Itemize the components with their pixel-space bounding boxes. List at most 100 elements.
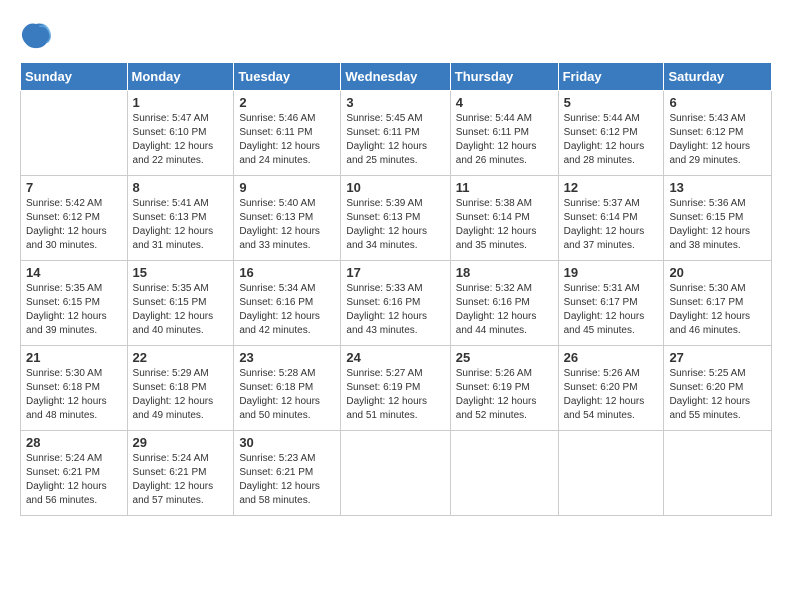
calendar-cell [450, 431, 558, 516]
day-info: Sunrise: 5:28 AM Sunset: 6:18 PM Dayligh… [239, 367, 335, 423]
day-number: 16 [239, 265, 335, 280]
day-number: 22 [133, 350, 229, 365]
logo-icon [20, 20, 52, 52]
day-number: 18 [456, 265, 553, 280]
day-info: Sunrise: 5:26 AM Sunset: 6:20 PM Dayligh… [564, 367, 659, 423]
day-info: Sunrise: 5:25 AM Sunset: 6:20 PM Dayligh… [669, 367, 766, 423]
calendar-cell: 3 Sunrise: 5:45 AM Sunset: 6:11 PM Daylig… [341, 91, 450, 176]
day-info: Sunrise: 5:43 AM Sunset: 6:12 PM Dayligh… [669, 112, 766, 168]
calendar-cell: 26 Sunrise: 5:26 AM Sunset: 6:20 PM Dayli… [558, 346, 664, 431]
calendar-cell: 5 Sunrise: 5:44 AM Sunset: 6:12 PM Daylig… [558, 91, 664, 176]
day-info: Sunrise: 5:27 AM Sunset: 6:19 PM Dayligh… [346, 367, 444, 423]
calendar-cell: 12 Sunrise: 5:37 AM Sunset: 6:14 PM Dayli… [558, 176, 664, 261]
day-info: Sunrise: 5:26 AM Sunset: 6:19 PM Dayligh… [456, 367, 553, 423]
day-number: 15 [133, 265, 229, 280]
day-number: 27 [669, 350, 766, 365]
day-info: Sunrise: 5:44 AM Sunset: 6:12 PM Dayligh… [564, 112, 659, 168]
day-number: 21 [26, 350, 122, 365]
week-row-3: 14 Sunrise: 5:35 AM Sunset: 6:15 PM Dayli… [21, 261, 772, 346]
day-number: 13 [669, 180, 766, 195]
weekday-header-thursday: Thursday [450, 63, 558, 91]
day-number: 25 [456, 350, 553, 365]
day-number: 5 [564, 95, 659, 110]
day-number: 17 [346, 265, 444, 280]
calendar-cell: 22 Sunrise: 5:29 AM Sunset: 6:18 PM Dayli… [127, 346, 234, 431]
day-number: 23 [239, 350, 335, 365]
day-info: Sunrise: 5:41 AM Sunset: 6:13 PM Dayligh… [133, 197, 229, 253]
calendar-cell: 11 Sunrise: 5:38 AM Sunset: 6:14 PM Dayli… [450, 176, 558, 261]
day-number: 26 [564, 350, 659, 365]
page-header [20, 20, 772, 52]
calendar-cell: 23 Sunrise: 5:28 AM Sunset: 6:18 PM Dayli… [234, 346, 341, 431]
calendar-cell: 7Sunrise: 5:42 AM Sunset: 6:12 PM Daylig… [21, 176, 128, 261]
day-info: Sunrise: 5:30 AM Sunset: 6:17 PM Dayligh… [669, 282, 766, 338]
week-row-5: 28 Sunrise: 5:24 AM Sunset: 6:21 PM Dayli… [21, 431, 772, 516]
calendar-cell: 27 Sunrise: 5:25 AM Sunset: 6:20 PM Dayli… [664, 346, 772, 431]
calendar-cell: 4Sunrise: 5:44 AM Sunset: 6:11 PM Daylig… [450, 91, 558, 176]
day-number: 24 [346, 350, 444, 365]
day-info: Sunrise: 5:37 AM Sunset: 6:14 PM Dayligh… [564, 197, 659, 253]
calendar-cell: 20Sunrise: 5:30 AM Sunset: 6:17 PM Dayli… [664, 261, 772, 346]
calendar-cell: 16 Sunrise: 5:34 AM Sunset: 6:16 PM Dayli… [234, 261, 341, 346]
weekday-header-wednesday: Wednesday [341, 63, 450, 91]
weekday-header-sunday: Sunday [21, 63, 128, 91]
calendar-body: 1 Sunrise: 5:47 AM Sunset: 6:10 PM Daylig… [21, 91, 772, 516]
day-number: 3 [346, 95, 444, 110]
calendar-header-row: SundayMondayTuesdayWednesdayThursdayFrid… [21, 63, 772, 91]
calendar-cell: 9 Sunrise: 5:40 AM Sunset: 6:13 PM Daylig… [234, 176, 341, 261]
day-info: Sunrise: 5:23 AM Sunset: 6:21 PM Dayligh… [239, 452, 335, 508]
calendar-cell [664, 431, 772, 516]
day-number: 12 [564, 180, 659, 195]
day-number: 9 [239, 180, 335, 195]
calendar-cell: 2 Sunrise: 5:46 AM Sunset: 6:11 PM Daylig… [234, 91, 341, 176]
day-info: Sunrise: 5:38 AM Sunset: 6:14 PM Dayligh… [456, 197, 553, 253]
calendar-cell: 30Sunrise: 5:23 AM Sunset: 6:21 PM Dayli… [234, 431, 341, 516]
calendar-cell [21, 91, 128, 176]
weekday-header-monday: Monday [127, 63, 234, 91]
calendar-cell: 18Sunrise: 5:32 AM Sunset: 6:16 PM Dayli… [450, 261, 558, 346]
week-row-4: 21 Sunrise: 5:30 AM Sunset: 6:18 PM Dayli… [21, 346, 772, 431]
calendar-cell: 10Sunrise: 5:39 AM Sunset: 6:13 PM Dayli… [341, 176, 450, 261]
day-info: Sunrise: 5:40 AM Sunset: 6:13 PM Dayligh… [239, 197, 335, 253]
day-info: Sunrise: 5:31 AM Sunset: 6:17 PM Dayligh… [564, 282, 659, 338]
day-number: 8 [133, 180, 229, 195]
day-info: Sunrise: 5:44 AM Sunset: 6:11 PM Dayligh… [456, 112, 553, 168]
weekday-header-saturday: Saturday [664, 63, 772, 91]
calendar-cell: 21 Sunrise: 5:30 AM Sunset: 6:18 PM Dayli… [21, 346, 128, 431]
day-info: Sunrise: 5:46 AM Sunset: 6:11 PM Dayligh… [239, 112, 335, 168]
week-row-1: 1 Sunrise: 5:47 AM Sunset: 6:10 PM Daylig… [21, 91, 772, 176]
calendar-cell: 13 Sunrise: 5:36 AM Sunset: 6:15 PM Dayli… [664, 176, 772, 261]
calendar-cell: 14 Sunrise: 5:35 AM Sunset: 6:15 PM Dayli… [21, 261, 128, 346]
weekday-header-friday: Friday [558, 63, 664, 91]
calendar-cell: 24 Sunrise: 5:27 AM Sunset: 6:19 PM Dayli… [341, 346, 450, 431]
day-info: Sunrise: 5:45 AM Sunset: 6:11 PM Dayligh… [346, 112, 444, 168]
day-info: Sunrise: 5:34 AM Sunset: 6:16 PM Dayligh… [239, 282, 335, 338]
day-number: 14 [26, 265, 122, 280]
day-info: Sunrise: 5:24 AM Sunset: 6:21 PM Dayligh… [133, 452, 229, 508]
day-number: 19 [564, 265, 659, 280]
calendar-cell [341, 431, 450, 516]
calendar-cell: 17 Sunrise: 5:33 AM Sunset: 6:16 PM Dayli… [341, 261, 450, 346]
logo [20, 20, 56, 52]
day-info: Sunrise: 5:24 AM Sunset: 6:21 PM Dayligh… [26, 452, 122, 508]
calendar-cell: 8 Sunrise: 5:41 AM Sunset: 6:13 PM Daylig… [127, 176, 234, 261]
day-info: Sunrise: 5:35 AM Sunset: 6:15 PM Dayligh… [26, 282, 122, 338]
day-number: 6 [669, 95, 766, 110]
calendar-cell: 29 Sunrise: 5:24 AM Sunset: 6:21 PM Dayli… [127, 431, 234, 516]
day-number: 11 [456, 180, 553, 195]
day-info: Sunrise: 5:47 AM Sunset: 6:10 PM Dayligh… [133, 112, 229, 168]
day-info: Sunrise: 5:29 AM Sunset: 6:18 PM Dayligh… [133, 367, 229, 423]
day-info: Sunrise: 5:30 AM Sunset: 6:18 PM Dayligh… [26, 367, 122, 423]
day-info: Sunrise: 5:36 AM Sunset: 6:15 PM Dayligh… [669, 197, 766, 253]
day-number: 29 [133, 435, 229, 450]
day-number: 28 [26, 435, 122, 450]
calendar-cell: 25 Sunrise: 5:26 AM Sunset: 6:19 PM Dayli… [450, 346, 558, 431]
calendar-cell: 15Sunrise: 5:35 AM Sunset: 6:15 PM Dayli… [127, 261, 234, 346]
calendar-cell [558, 431, 664, 516]
calendar-table: SundayMondayTuesdayWednesdayThursdayFrid… [20, 62, 772, 516]
calendar-cell: 28 Sunrise: 5:24 AM Sunset: 6:21 PM Dayli… [21, 431, 128, 516]
day-info: Sunrise: 5:39 AM Sunset: 6:13 PM Dayligh… [346, 197, 444, 253]
day-number: 2 [239, 95, 335, 110]
day-number: 1 [133, 95, 229, 110]
day-info: Sunrise: 5:33 AM Sunset: 6:16 PM Dayligh… [346, 282, 444, 338]
